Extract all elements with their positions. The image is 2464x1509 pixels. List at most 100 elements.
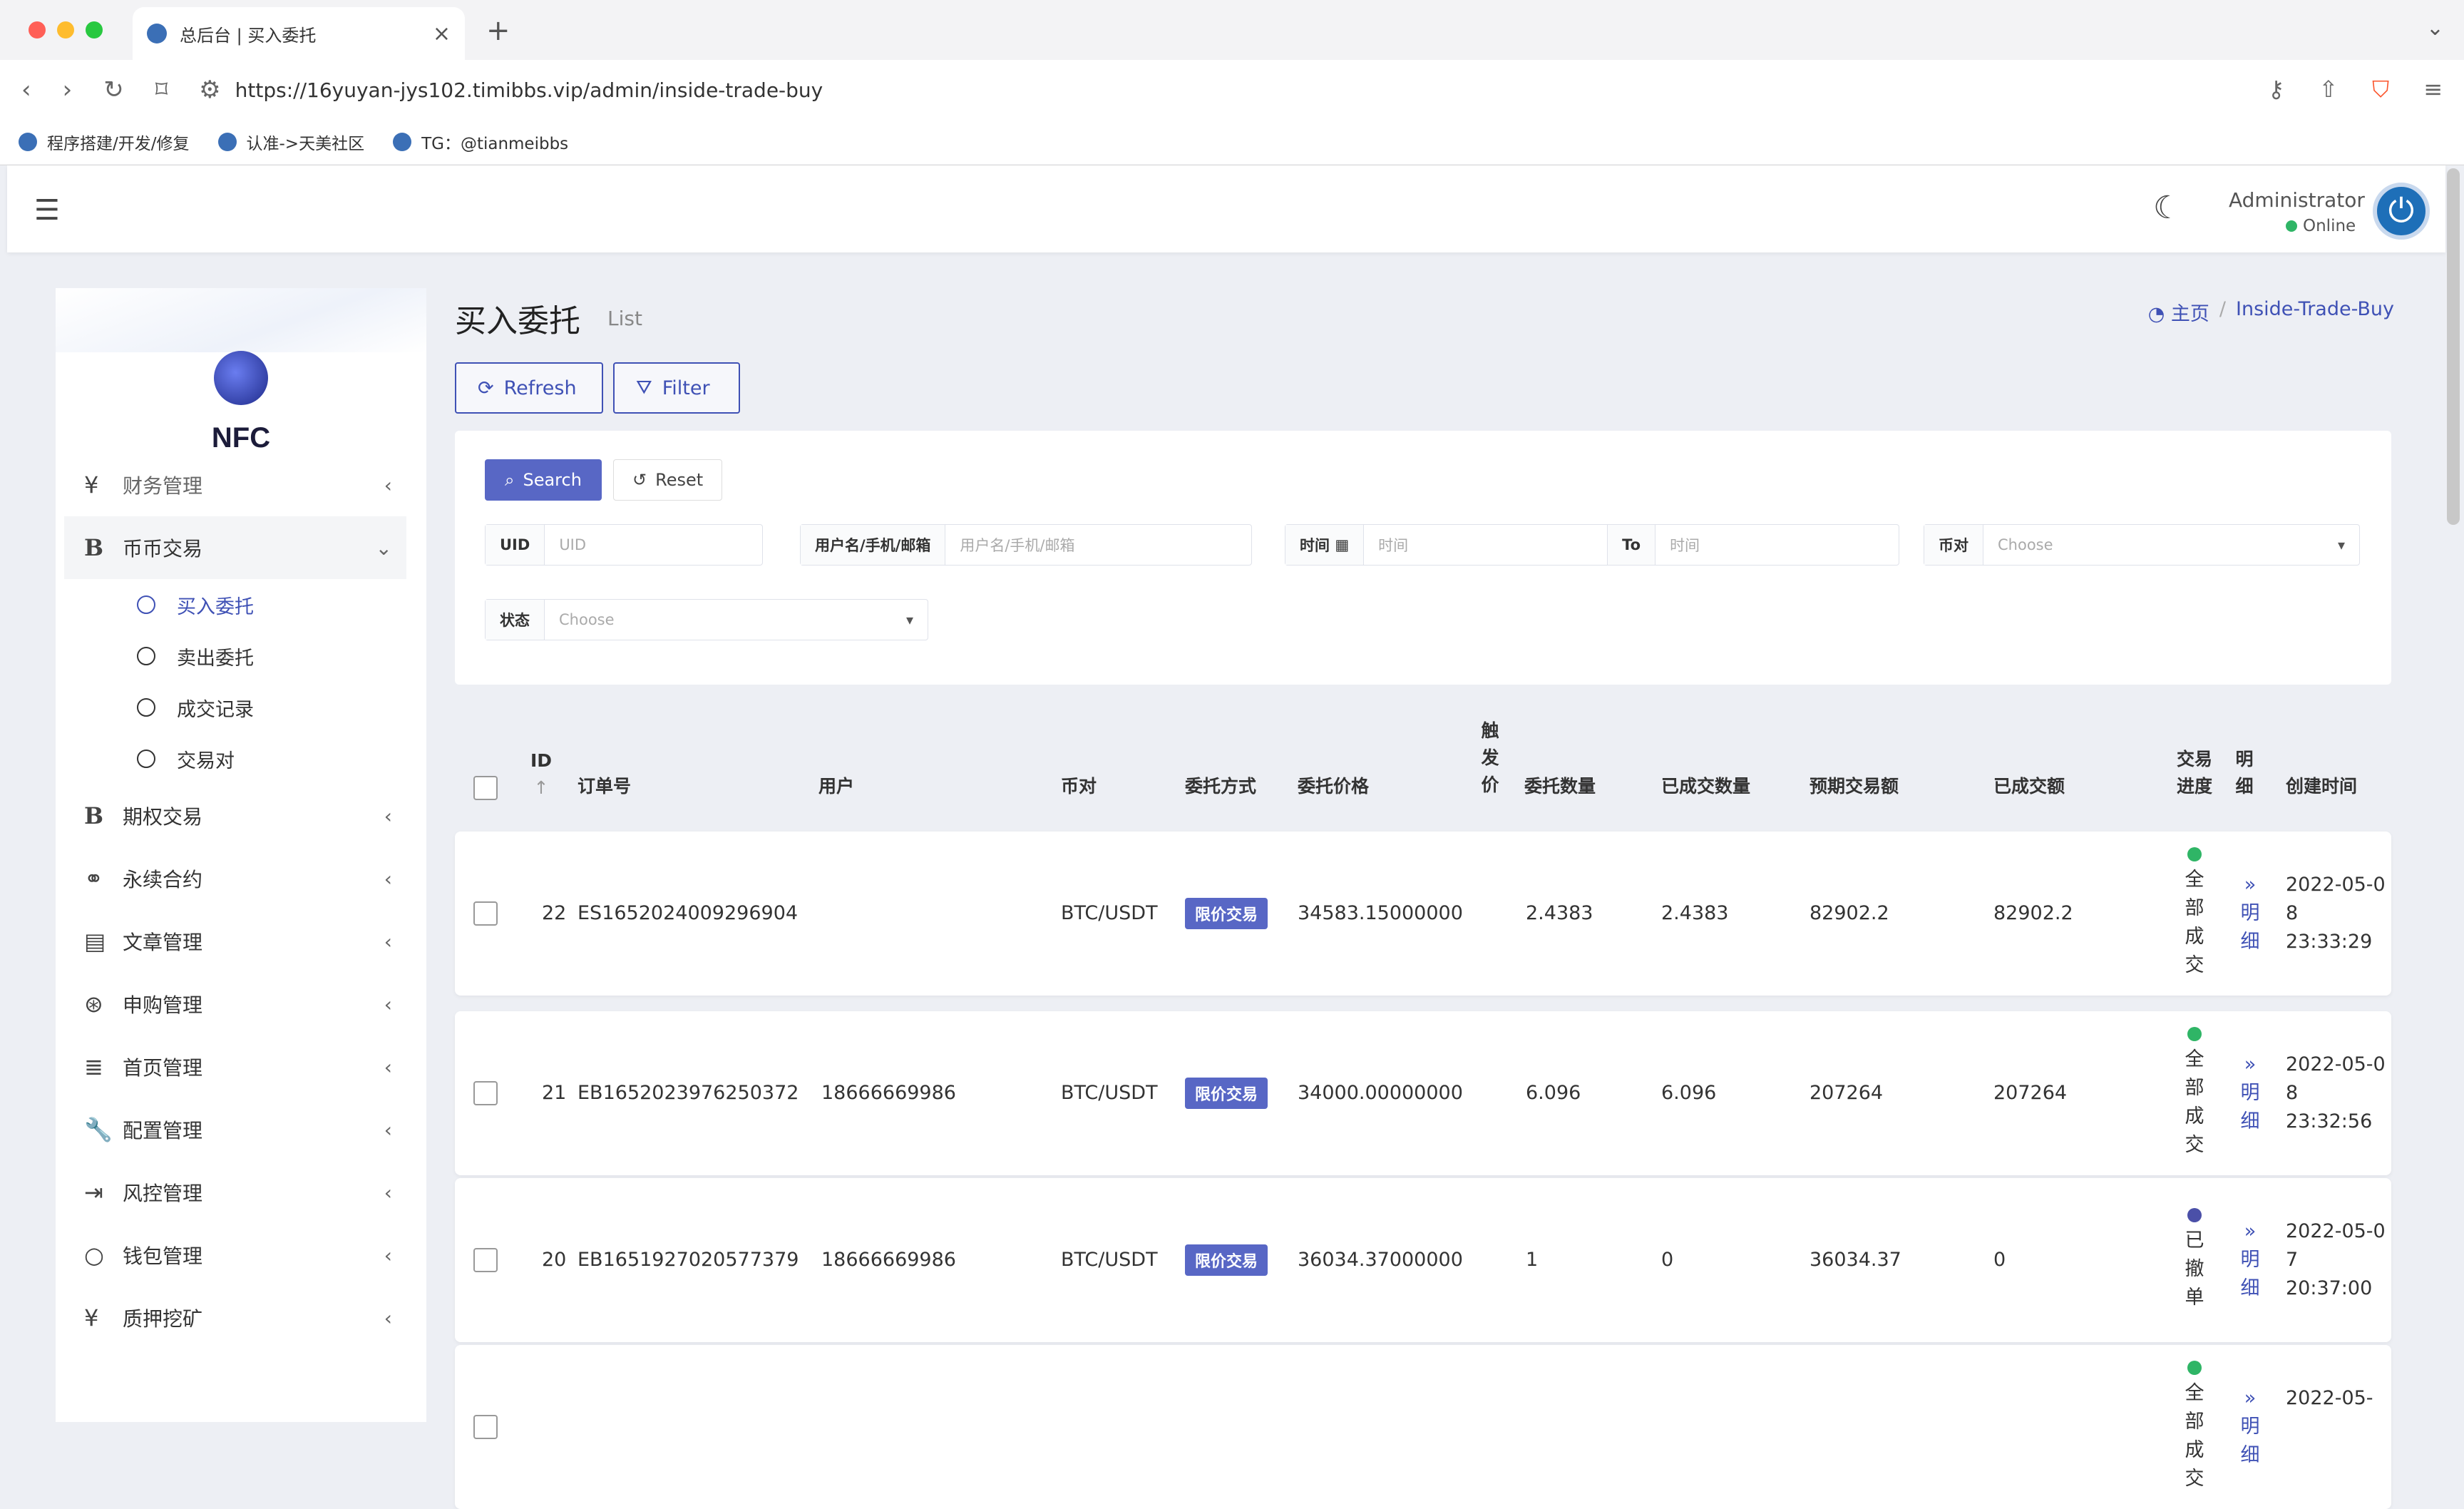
browser-tab[interactable]: 总后台 | 买入委托 × [133,7,465,60]
dark-mode-moon-icon[interactable]: ☾ [2153,190,2181,226]
sidebar-subitem-trade-records[interactable]: 成交记录 [64,682,406,733]
pair-select[interactable]: 币对 Choose ▾ [1924,524,2360,566]
close-window-button[interactable] [29,21,46,39]
back-icon[interactable]: ‹ [21,76,31,104]
chevron-left-icon: ‹ [384,473,392,497]
sidebar-item-spot-trading[interactable]: B 币币交易 ⌄ [64,516,406,579]
sidebar-item-subscription[interactable]: ⊛ 申购管理 ‹ [64,973,406,1035]
col-trigger: 触发价 [1481,720,1499,795]
indent-icon: ⇥ [84,1179,103,1206]
logo-background [56,288,426,352]
row-order-no: EB1652023976250372 [578,1082,799,1104]
sidebar-item-finance[interactable]: ¥ 财务管理 ‹ [64,471,406,499]
bookmark-item[interactable]: TG：@tianmeibbs [393,130,568,154]
select-all-checkbox[interactable] [473,776,498,800]
table-row: 20 EB1651927020577379 18666669986 BTC/USDT 3… [455,1178,2391,1342]
hamburger-menu-icon[interactable]: ☰ [34,194,60,227]
sidebar-menu: B 币币交易 ⌄ 买入委托 卖出委托 成交记录 交易对 B 期权交易 ‹ ⚭ 永续合约… [64,516,406,1349]
minimize-window-button[interactable] [57,21,74,39]
brand-name: NFC [211,422,271,454]
user-input[interactable]: 用户名/手机/邮箱 [945,534,1251,556]
new-tab-icon[interactable]: + [486,14,510,47]
row-filled-qty: 0 [1661,1249,1674,1271]
tab-list-chevron-icon[interactable]: ⌄ [2426,16,2444,41]
status-dot-icon [2187,1361,2202,1375]
row-detail-link[interactable]: » 明细 [2236,1384,2264,1470]
sidebar-subitem-label: 卖出委托 [177,647,254,670]
favicon-icon [19,133,37,151]
wrench-icon: 🔧 [84,1116,113,1143]
progress-text: 全部成交 [2185,1048,2204,1156]
page-subtitle: List [607,307,642,330]
bookmark-item[interactable]: 认准->天美社区 [217,130,364,154]
window-controls [29,21,103,39]
sidebar-item-label: 配置管理 [123,1119,203,1142]
row-expected: 207264 [1809,1082,1884,1104]
user-avatar-power-icon[interactable]: ⏻ [2373,183,2430,240]
reset-button[interactable]: ↺ Reset [613,459,723,501]
row-checkbox[interactable] [473,901,498,926]
status-select-value[interactable]: Choose [545,611,906,628]
close-tab-icon[interactable]: × [433,21,451,46]
sidebar-item-staking[interactable]: ¥ 质押挖矿 ‹ [64,1287,406,1349]
sidebar-item-options[interactable]: B 期权交易 ‹ [64,784,406,847]
row-detail-link[interactable]: » 明细 [2236,1217,2264,1303]
bookmark-label: 程序搭建/开发/修复 [47,135,190,153]
app-header: ☰ ☾ Administrator Online ⏻ [7,165,2445,252]
dashboard-icon: ◔ [2147,303,2171,325]
row-checkbox[interactable] [473,1248,498,1272]
uid-field[interactable]: UID UID [485,524,763,566]
table-row: 全部成交 » 明细 2022-05- [455,1345,2391,1509]
row-detail-link[interactable]: » 明细 [2236,871,2264,956]
col-id[interactable]: ID ↑ [530,747,552,802]
site-settings-icon[interactable]: ⚙ [199,76,220,104]
time-start-input[interactable]: 时间 [1364,534,1607,556]
key-icon[interactable]: ⚷ [2268,76,2284,103]
col-order-no: 订单号 [578,776,632,797]
sidebar-item-risk[interactable]: ⇥ 风控管理 ‹ [64,1161,406,1224]
forward-icon[interactable]: › [63,76,73,104]
row-detail-link[interactable]: » 明细 [2236,1050,2264,1136]
row-filled-qty: 6.096 [1661,1082,1717,1104]
sort-arrow-up-icon[interactable]: ↑ [534,777,549,798]
time-range-field[interactable]: 时间 ▦ 时间 To 时间 [1285,524,1899,566]
row-filled-qty: 2.4383 [1661,902,1729,924]
maximize-window-button[interactable] [86,21,103,39]
sidebar-subitem-buy-orders[interactable]: 买入委托 [64,579,406,630]
bookmark-item[interactable]: 程序搭建/开发/修复 [19,130,190,154]
time-end-input[interactable]: 时间 [1655,534,1899,556]
browser-chrome: 总后台 | 买入委托 × + ⌄ ‹ › ↻ ⌑ ⚙ https://16yuy… [0,0,2464,165]
shield-icon[interactable]: ⛉ [2372,76,2389,103]
breadcrumb-home[interactable]: ◔ 主页 [2148,298,2209,326]
sidebar-item-homepage[interactable]: ≣ 首页管理 ‹ [64,1035,406,1098]
share-icon[interactable]: ⇧ [2319,76,2338,103]
refresh-button[interactable]: ⟳ Refresh [455,362,603,414]
col-detail: 明细 [2235,749,2254,797]
sidebar-subitem-trading-pairs[interactable]: 交易对 [64,733,406,784]
breadcrumb-current: Inside-Trade-Buy [2236,298,2394,320]
page-scrollbar[interactable] [2447,168,2460,525]
sidebar-item-label: 永续合约 [123,868,203,891]
col-qty: 委托数量 [1524,776,1596,797]
sidebar-item-perpetual[interactable]: ⚭ 永续合约 ‹ [64,847,406,910]
search-button[interactable]: ⌕ Search [485,459,602,501]
filter-button[interactable]: ⛛ Filter [613,362,740,414]
sidebar-subitem-sell-orders[interactable]: 卖出委托 [64,630,406,682]
reload-icon[interactable]: ↻ [103,76,124,104]
sidebar-item-config[interactable]: 🔧 配置管理 ‹ [64,1098,406,1161]
user-status: Online [2286,217,2356,235]
sidebar-item-wallet[interactable]: ○ 钱包管理 ‹ [64,1224,406,1287]
status-select[interactable]: 状态 Choose ▾ [485,599,928,640]
row-user: 18666669986 [821,1249,956,1271]
row-id: 20 [542,1249,567,1271]
uid-input[interactable]: UID [545,536,762,553]
bookmark-icon[interactable]: ⌑ [155,76,168,104]
menu-icon[interactable]: ≡ [2423,76,2443,103]
pair-select-value[interactable]: Choose [1983,536,2338,553]
row-checkbox[interactable] [473,1415,498,1439]
pair-label: 币对 [1924,525,1983,565]
user-field[interactable]: 用户名/手机/邮箱 用户名/手机/邮箱 [800,524,1252,566]
sidebar-item-articles[interactable]: ▤ 文章管理 ‹ [64,910,406,973]
url-field[interactable]: https://16yuyan-jys102.timibbs.vip/admin… [235,78,823,102]
row-checkbox[interactable] [473,1081,498,1105]
